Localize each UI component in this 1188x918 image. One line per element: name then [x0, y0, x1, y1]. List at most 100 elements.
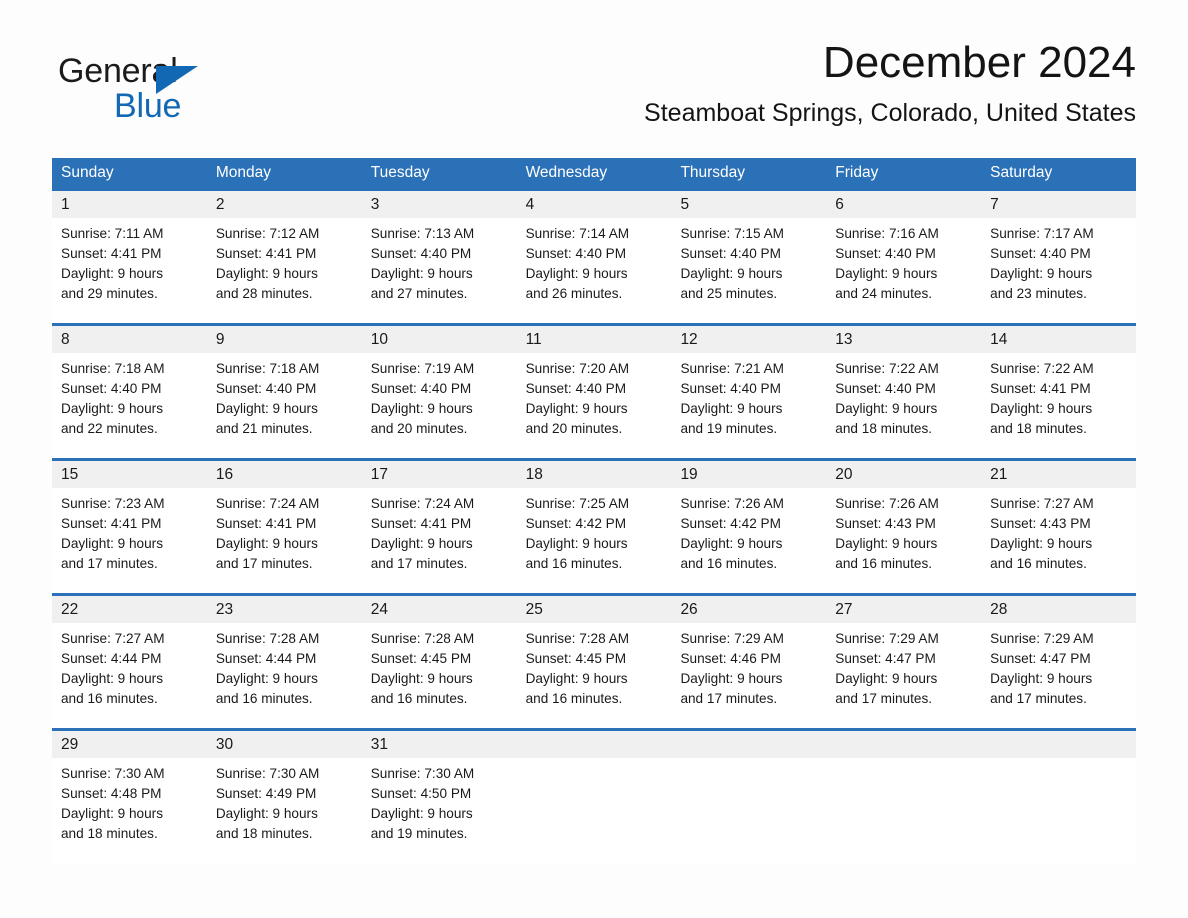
- day-detail-cell: Sunrise: 7:17 AM Sunset: 4:40 PM Dayligh…: [981, 218, 1136, 323]
- date-number[interactable]: 9: [207, 326, 362, 353]
- sunset-text: Sunset: 4:45 PM: [370, 651, 472, 667]
- daylight-text-line1: Daylight: 9 hours: [835, 671, 938, 687]
- day-detail-cell: Sunrise: 7:12 AM Sunset: 4:41 PM Dayligh…: [207, 218, 362, 323]
- date-number[interactable]: 18: [517, 461, 672, 488]
- daylight-text-line2: and 17 minutes.: [990, 691, 1087, 707]
- sunrise-text: Sunrise: 7:22 AM: [990, 361, 1094, 376]
- date-number[interactable]: 16: [207, 461, 362, 488]
- date-number[interactable]: 27: [826, 596, 981, 623]
- general-blue-logo[interactable]: General Blue: [58, 52, 318, 130]
- sunrise-text: Sunrise: 7:23 AM: [61, 496, 165, 511]
- day-detail-cell: Sunrise: 7:18 AM Sunset: 4:40 PM Dayligh…: [52, 353, 207, 458]
- sunrise-text: Sunrise: 7:14 AM: [525, 226, 630, 241]
- date-number[interactable]: 15: [52, 461, 207, 488]
- date-number[interactable]: 29: [52, 731, 207, 758]
- date-number-empty: [517, 731, 672, 758]
- daylight-text-line1: Daylight: 9 hours: [61, 536, 164, 552]
- day-detail-cell: Sunrise: 7:30 AM Sunset: 4:48 PM Dayligh…: [52, 758, 207, 863]
- daylight-text-line2: and 16 minutes.: [835, 556, 933, 572]
- sunrise-text: Sunrise: 7:27 AM: [61, 631, 165, 646]
- daylight-text-line1: Daylight: 9 hours: [525, 401, 628, 417]
- week-detail-row: Sunrise: 7:30 AM Sunset: 4:48 PM Dayligh…: [52, 758, 1136, 863]
- daylight-text-line1: Daylight: 9 hours: [370, 806, 473, 822]
- date-number[interactable]: 20: [826, 461, 981, 488]
- daylight-text-line1: Daylight: 9 hours: [61, 806, 164, 822]
- date-number[interactable]: 8: [52, 326, 207, 353]
- date-number[interactable]: 3: [362, 191, 517, 218]
- daylight-text-line2: and 16 minutes.: [61, 691, 158, 707]
- date-number[interactable]: 28: [981, 596, 1136, 623]
- sunrise-text: Sunrise: 7:30 AM: [215, 766, 320, 781]
- date-number[interactable]: 17: [362, 461, 517, 488]
- daylight-text-line1: Daylight: 9 hours: [525, 671, 628, 687]
- sunset-text: Sunset: 4:45 PM: [525, 651, 627, 667]
- day-detail-cell: Sunrise: 7:24 AM Sunset: 4:41 PM Dayligh…: [207, 488, 362, 593]
- day-detail-cell: Sunrise: 7:30 AM Sunset: 4:50 PM Dayligh…: [362, 758, 517, 863]
- weekday-header-friday: Friday: [835, 164, 879, 181]
- date-number[interactable]: 4: [517, 191, 672, 218]
- day-detail-cell: Sunrise: 7:30 AM Sunset: 4:49 PM Dayligh…: [207, 758, 362, 863]
- sunset-text: Sunset: 4:48 PM: [61, 786, 162, 802]
- daylight-text-line1: Daylight: 9 hours: [680, 671, 783, 687]
- date-number[interactable]: 11: [517, 326, 672, 353]
- sunrise-text: Sunrise: 7:29 AM: [835, 631, 939, 646]
- date-number[interactable]: 5: [671, 191, 826, 218]
- sunrise-text: Sunrise: 7:13 AM: [370, 226, 475, 241]
- daylight-text-line2: and 16 minutes.: [525, 556, 623, 572]
- day-detail-cell: Sunrise: 7:11 AM Sunset: 4:41 PM Dayligh…: [52, 218, 207, 323]
- sunrise-text: Sunrise: 7:29 AM: [680, 631, 784, 646]
- date-number[interactable]: 2: [207, 191, 362, 218]
- date-number[interactable]: 14: [981, 326, 1136, 353]
- date-number[interactable]: 1: [52, 191, 207, 218]
- daylight-text-line2: and 16 minutes.: [370, 691, 468, 707]
- date-number[interactable]: 31: [362, 731, 517, 758]
- date-number[interactable]: 21: [981, 461, 1136, 488]
- date-number-empty: [981, 731, 1136, 758]
- date-number[interactable]: 12: [671, 326, 826, 353]
- date-number[interactable]: 30: [207, 731, 362, 758]
- daylight-text-line2: and 21 minutes.: [215, 421, 313, 437]
- sunset-text: Sunset: 4:40 PM: [990, 246, 1091, 262]
- date-number[interactable]: 19: [671, 461, 826, 488]
- sunset-text: Sunset: 4:41 PM: [370, 516, 472, 532]
- date-number[interactable]: 10: [362, 326, 517, 353]
- sunrise-text: Sunrise: 7:30 AM: [370, 766, 475, 781]
- sunrise-text: Sunrise: 7:22 AM: [835, 361, 939, 376]
- day-detail-cell: Sunrise: 7:23 AM Sunset: 4:41 PM Dayligh…: [52, 488, 207, 593]
- sunrise-text: Sunrise: 7:21 AM: [680, 361, 784, 376]
- sunrise-text: Sunrise: 7:28 AM: [215, 631, 320, 646]
- sunset-text: Sunset: 4:41 PM: [215, 516, 317, 532]
- weekday-header-wednesday: Wednesday: [525, 164, 608, 181]
- weekday-header-tuesday: Tuesday: [370, 164, 430, 181]
- calendar-week-row: 8 9 10 11 12 13 14 Sunrise: 7:18 AM Suns…: [52, 323, 1136, 458]
- day-detail-cell: Sunrise: 7:29 AM Sunset: 4:47 PM Dayligh…: [981, 623, 1136, 728]
- day-detail-cell: Sunrise: 7:28 AM Sunset: 4:45 PM Dayligh…: [517, 623, 672, 728]
- date-number[interactable]: 26: [671, 596, 826, 623]
- daylight-text-line1: Daylight: 9 hours: [680, 536, 783, 552]
- sunrise-text: Sunrise: 7:17 AM: [990, 226, 1094, 241]
- sunset-text: Sunset: 4:47 PM: [990, 651, 1091, 667]
- daylight-text-line2: and 18 minutes.: [835, 421, 933, 437]
- daylight-text-line1: Daylight: 9 hours: [215, 401, 318, 417]
- sunset-text: Sunset: 4:44 PM: [215, 651, 317, 667]
- date-number[interactable]: 22: [52, 596, 207, 623]
- date-number[interactable]: 7: [981, 191, 1136, 218]
- date-number[interactable]: 24: [362, 596, 517, 623]
- week-detail-row: Sunrise: 7:23 AM Sunset: 4:41 PM Dayligh…: [52, 488, 1136, 593]
- sunrise-text: Sunrise: 7:30 AM: [61, 766, 165, 781]
- date-number[interactable]: 23: [207, 596, 362, 623]
- daylight-text-line1: Daylight: 9 hours: [215, 806, 318, 822]
- daylight-text-line1: Daylight: 9 hours: [835, 401, 938, 417]
- daylight-text-line2: and 19 minutes.: [370, 826, 468, 842]
- sunset-text: Sunset: 4:42 PM: [525, 516, 627, 532]
- daylight-text-line1: Daylight: 9 hours: [61, 671, 164, 687]
- sunrise-text: Sunrise: 7:29 AM: [990, 631, 1094, 646]
- day-detail-cell: Sunrise: 7:24 AM Sunset: 4:41 PM Dayligh…: [362, 488, 517, 593]
- date-number[interactable]: 25: [517, 596, 672, 623]
- date-number[interactable]: 6: [826, 191, 981, 218]
- sunset-text: Sunset: 4:42 PM: [680, 516, 781, 532]
- date-number[interactable]: 13: [826, 326, 981, 353]
- daylight-text-line2: and 25 minutes.: [680, 286, 778, 302]
- day-detail-cell: Sunrise: 7:22 AM Sunset: 4:40 PM Dayligh…: [826, 353, 981, 458]
- daylight-text-line2: and 17 minutes.: [370, 556, 468, 572]
